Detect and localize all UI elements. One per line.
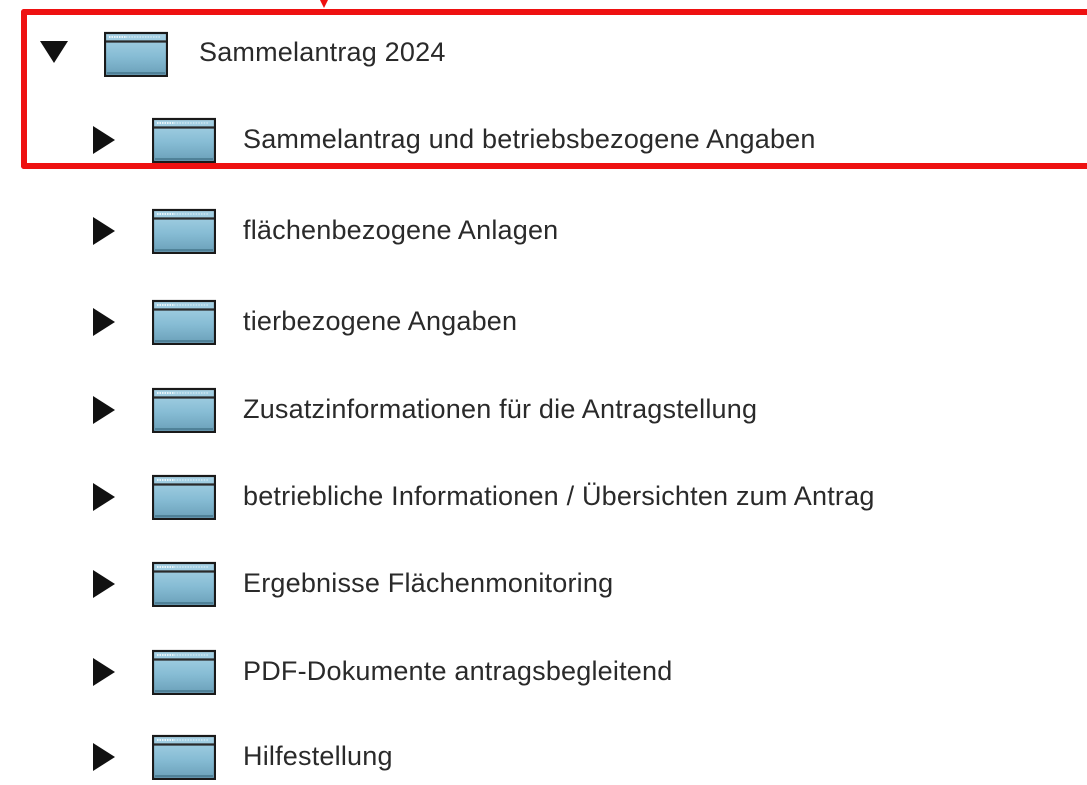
folder-icon [104, 31, 168, 77]
tree-node-child[interactable]: tierbezogene Angaben [0, 292, 1000, 352]
folder-icon [152, 474, 216, 520]
collapse-triangle-icon[interactable] [93, 658, 115, 686]
folder-icon [152, 561, 216, 607]
tree-node-label: Sammelantrag 2024 [199, 37, 446, 67]
tree-node-child[interactable]: betriebliche Informationen / Übersichten… [0, 467, 1050, 527]
folder-tree: Sammelantrag 2024 Sammelantrag und betri… [0, 0, 1087, 785]
folder-icon [152, 649, 216, 695]
expand-triangle-icon[interactable] [40, 41, 68, 63]
collapse-triangle-icon[interactable] [93, 126, 115, 154]
tree-node-label: Sammelantrag und betriebsbezogene Angabe… [243, 124, 816, 154]
tree-node-label: tierbezogene Angaben [243, 306, 518, 336]
tree-node-label: betriebliche Informationen / Übersichten… [243, 481, 875, 511]
tree-node-child[interactable]: flächenbezogene Anlagen [0, 201, 1000, 261]
tree-node-root[interactable]: Sammelantrag 2024 [0, 24, 700, 84]
collapse-triangle-icon[interactable] [93, 308, 115, 336]
folder-icon [152, 208, 216, 254]
folder-icon [152, 387, 216, 433]
tree-node-child[interactable]: PDF-Dokumente antragsbegleitend [0, 642, 1000, 702]
tree-node-child[interactable]: Zusatzinformationen für die Antragstellu… [0, 380, 1000, 440]
collapse-triangle-icon[interactable] [93, 217, 115, 245]
collapse-triangle-icon[interactable] [93, 483, 115, 511]
tree-node-child[interactable]: Hilfestellung [0, 727, 1000, 785]
tree-node-child[interactable]: Sammelantrag und betriebsbezogene Angabe… [0, 110, 1000, 170]
arrow-tip-icon [320, 0, 328, 8]
folder-icon [152, 117, 216, 163]
folder-icon [152, 299, 216, 345]
folder-icon [152, 734, 216, 780]
tree-node-label: flächenbezogene Anlagen [243, 215, 559, 245]
tree-node-label: Hilfestellung [243, 741, 393, 771]
collapse-triangle-icon[interactable] [93, 743, 115, 771]
collapse-triangle-icon[interactable] [93, 570, 115, 598]
tree-node-label: PDF-Dokumente antragsbegleitend [243, 656, 673, 686]
tree-node-label: Zusatzinformationen für die Antragstellu… [243, 394, 758, 424]
collapse-triangle-icon[interactable] [93, 396, 115, 424]
tree-node-label: Ergebnisse Flächenmonitoring [243, 568, 614, 598]
tree-node-child[interactable]: Ergebnisse Flächenmonitoring [0, 554, 1000, 614]
